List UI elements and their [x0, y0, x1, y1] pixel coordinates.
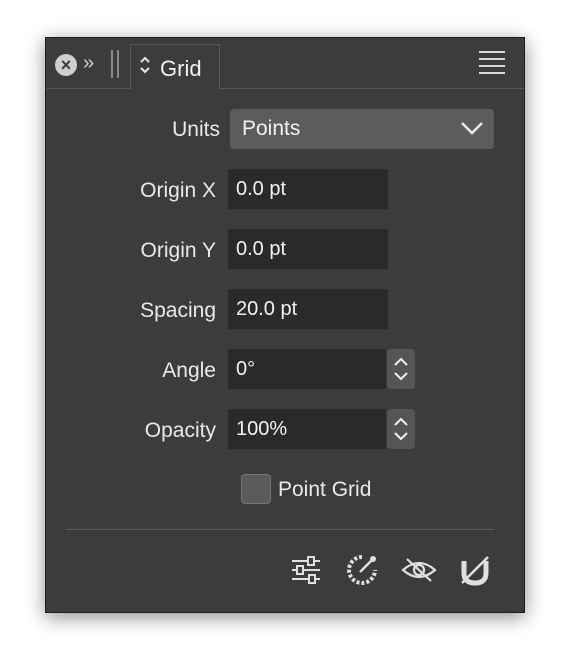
opacity-stepper[interactable] — [387, 409, 415, 449]
point-grid-label: Point Grid — [278, 478, 372, 501]
panel-menu-button[interactable] — [479, 51, 505, 77]
tab-grid[interactable]: Grid — [130, 44, 220, 89]
chevron-updown-icon — [139, 55, 151, 75]
angle-label: Angle — [162, 359, 216, 382]
origin-y-field[interactable]: 0.0 pt — [228, 229, 388, 269]
units-dropdown[interactable]: Points — [230, 109, 494, 149]
opacity-label: Opacity — [144, 419, 216, 442]
origin-x-label: Origin X — [140, 179, 216, 202]
grid-panel: × » Grid Units Points Origin X 0.0 pt Or… — [45, 37, 525, 613]
color-wheel-icon[interactable] — [345, 553, 379, 587]
close-button[interactable]: × — [55, 54, 77, 76]
magnet-off-icon[interactable] — [458, 553, 492, 587]
origin-x-field[interactable]: 0.0 pt — [228, 169, 388, 209]
divider — [66, 529, 494, 530]
panel-titlebar: × » Grid — [46, 38, 524, 89]
sliders-icon[interactable] — [289, 553, 323, 587]
spacing-field[interactable]: 20.0 pt — [228, 289, 388, 329]
units-label: Units — [172, 118, 220, 141]
collapse-icon[interactable]: » — [83, 52, 94, 75]
units-value: Points — [242, 117, 301, 140]
origin-y-label: Origin Y — [140, 239, 216, 262]
spacing-label: Spacing — [140, 299, 216, 322]
angle-field[interactable]: 0° — [228, 349, 386, 389]
point-grid-checkbox[interactable] — [241, 474, 271, 504]
tab-label: Grid — [160, 56, 202, 81]
drag-handle-icon[interactable] — [111, 50, 119, 78]
chevron-down-icon — [460, 121, 484, 135]
eye-slash-icon[interactable] — [401, 553, 437, 587]
angle-stepper[interactable] — [387, 349, 415, 389]
opacity-field[interactable]: 100% — [228, 409, 386, 449]
